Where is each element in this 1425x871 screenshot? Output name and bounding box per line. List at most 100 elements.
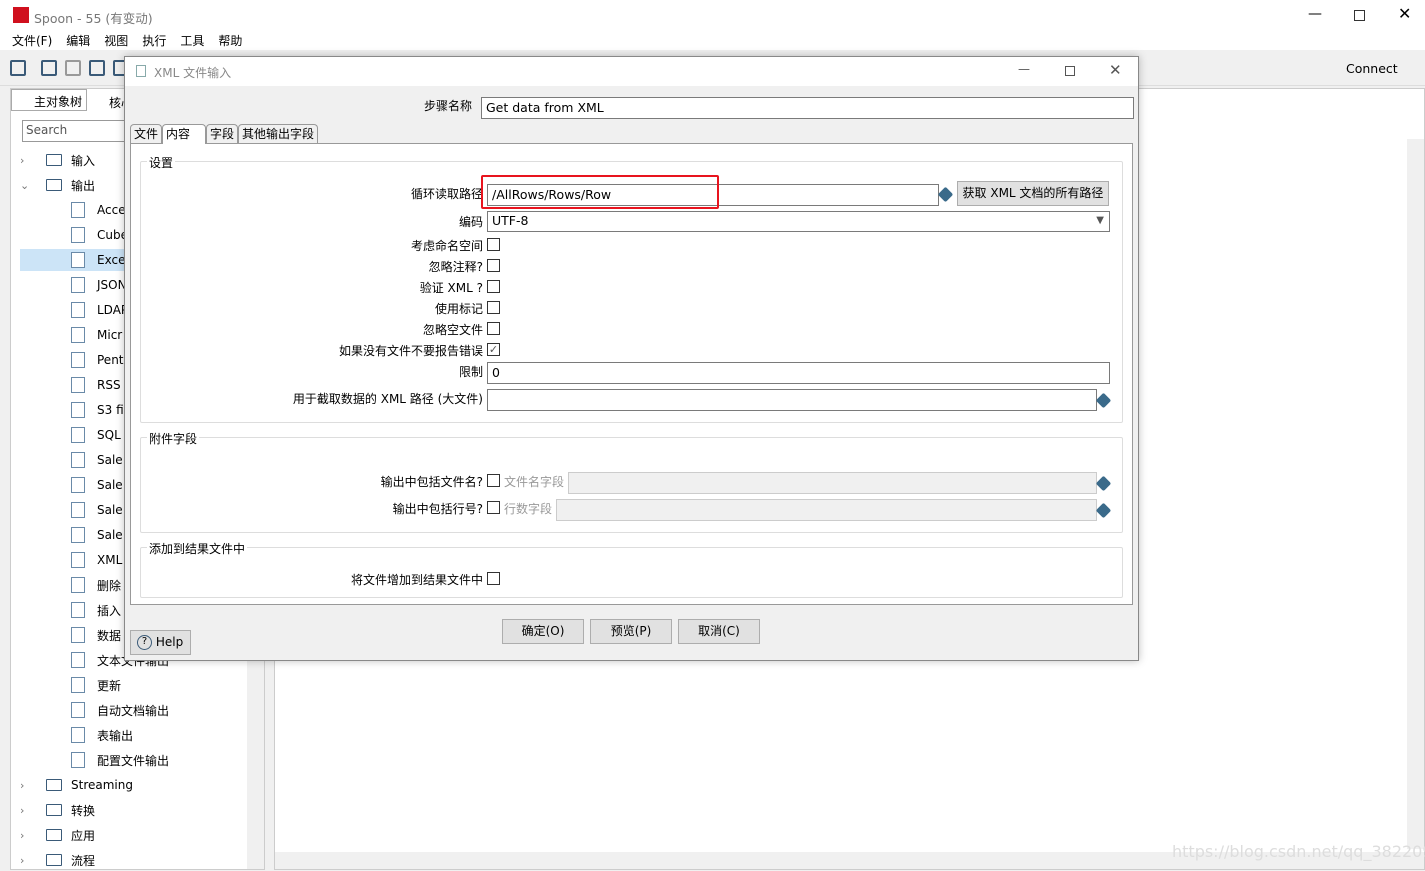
- option-checkbox[interactable]: [487, 301, 500, 314]
- tab-fields[interactable]: 字段: [206, 124, 239, 144]
- option-checkbox[interactable]: [487, 238, 500, 251]
- tree-item[interactable]: S3 fi: [20, 399, 124, 421]
- tab-label: 其他输出字段: [242, 127, 315, 141]
- rownum-field-input[interactable]: [556, 499, 1097, 521]
- chevron-down-icon[interactable]: ⌄: [20, 179, 46, 192]
- step-icon: [71, 702, 85, 718]
- tree-item[interactable]: Cube: [20, 224, 128, 246]
- tree-item[interactable]: 删除: [20, 574, 121, 596]
- add-to-result-checkbox[interactable]: [487, 572, 500, 585]
- tree-item[interactable]: JSON: [20, 274, 127, 296]
- step-name-input[interactable]: Get data from XML: [481, 97, 1134, 119]
- tree-item[interactable]: 数据: [20, 624, 121, 646]
- checkbox-label: 忽略空文件: [422, 323, 483, 337]
- tree-item[interactable]: Micr: [20, 324, 122, 346]
- checkbox-label: 如果没有文件不要报告错误: [338, 344, 483, 358]
- tree-label: S3 fi: [97, 403, 124, 417]
- step-icon: [71, 577, 85, 593]
- chevron-right-icon[interactable]: ›: [20, 854, 46, 867]
- tree-item[interactable]: Sale: [20, 474, 123, 496]
- limit-label: 限制: [458, 365, 483, 379]
- step-icon: [71, 752, 85, 768]
- group-title: 设置: [147, 154, 176, 171]
- tree-item[interactable]: Exce: [20, 249, 126, 271]
- cancel-button[interactable]: 取消(C): [678, 619, 760, 644]
- chevron-right-icon[interactable]: ›: [20, 154, 46, 167]
- tree-label: JSON: [97, 278, 127, 292]
- prune-path-input[interactable]: [487, 389, 1097, 411]
- close-button[interactable]: ✕: [1398, 4, 1411, 23]
- encoding-select[interactable]: UTF-8 ▼: [487, 211, 1110, 232]
- get-xml-paths-button[interactable]: 获取 XML 文档的所有路径: [957, 181, 1109, 206]
- preview-button[interactable]: 预览(P): [590, 619, 672, 644]
- step-icon: [71, 652, 85, 668]
- tree-item[interactable]: Sale: [20, 449, 123, 471]
- connect-button[interactable]: Connect: [1346, 61, 1398, 76]
- option-checkbox[interactable]: [487, 259, 500, 272]
- tree-item[interactable]: 插入: [20, 599, 121, 621]
- chevron-right-icon[interactable]: ›: [20, 804, 46, 817]
- tree-item[interactable]: SQL: [20, 424, 121, 446]
- tree-item[interactable]: LDAP: [20, 299, 128, 321]
- tree-label: SQL: [97, 428, 121, 442]
- dialog-close-button[interactable]: ✕: [1109, 61, 1122, 79]
- tree-item[interactable]: 自动文档输出: [20, 699, 169, 721]
- minimize-button[interactable]: —: [1308, 6, 1322, 22]
- tree-label: 更新: [97, 678, 122, 693]
- maximize-button[interactable]: [1354, 10, 1365, 21]
- tree-folder[interactable]: › Streaming: [20, 774, 133, 796]
- limit-input[interactable]: 0: [487, 362, 1110, 384]
- step-icon: [71, 252, 85, 268]
- filename-field-input[interactable]: [568, 472, 1097, 494]
- tree-item[interactable]: RSS: [20, 374, 121, 396]
- tree-item[interactable]: Acce: [20, 199, 126, 221]
- tree-folder[interactable]: › 应用: [20, 824, 95, 846]
- prune-path-label: 用于截取数据的 XML 路径 (大文件): [292, 392, 483, 406]
- tree-item[interactable]: Sale: [20, 524, 123, 546]
- ok-button[interactable]: 确定(O): [502, 619, 584, 644]
- tab-file[interactable]: 文件: [130, 124, 163, 144]
- tree-item[interactable]: XML: [20, 549, 122, 571]
- tree-folder[interactable]: › 流程: [20, 849, 95, 871]
- result-files-group: 添加到结果文件中: [140, 540, 1123, 598]
- tab-other-fields[interactable]: 其他输出字段: [238, 124, 319, 144]
- option-checkbox[interactable]: [487, 280, 500, 293]
- include-filename-checkbox[interactable]: [487, 474, 500, 487]
- checkbox-label: 验证 XML ?: [419, 281, 483, 295]
- rownum-field-label: 行数字段: [504, 502, 553, 516]
- step-icon: [71, 627, 85, 643]
- tree-label: 输入: [71, 153, 96, 168]
- tree-folder-output[interactable]: ⌄ 输出: [20, 174, 95, 196]
- step-icon: [71, 277, 85, 293]
- tree-label: 插入: [97, 603, 122, 618]
- tab-label: 内容: [166, 127, 191, 141]
- step-icon: [71, 477, 85, 493]
- step-icon: [71, 427, 85, 443]
- option-checkbox[interactable]: [487, 322, 500, 335]
- add-to-result-label: 将文件增加到结果文件中: [350, 573, 483, 587]
- step-icon: [71, 302, 85, 318]
- tree-label: RSS: [97, 378, 121, 392]
- tree-folder-input[interactable]: › 输入: [20, 149, 95, 171]
- tree-item[interactable]: 更新: [20, 674, 121, 696]
- folder-icon: [46, 779, 62, 791]
- dialog-minimize-button[interactable]: —: [1018, 62, 1030, 76]
- tab-content[interactable]: 内容: [162, 124, 206, 144]
- tree-item[interactable]: 配置文件输出: [20, 749, 169, 771]
- tree-label: 自动文档输出: [97, 703, 170, 718]
- dialog-title: XML 文件输入: [154, 66, 232, 80]
- highlight-box: [481, 175, 719, 209]
- option-checkbox[interactable]: ✓: [487, 343, 500, 356]
- help-button[interactable]: ? Help: [130, 630, 191, 655]
- tree-folder[interactable]: › 转换: [20, 799, 95, 821]
- include-rownum-checkbox[interactable]: [487, 501, 500, 514]
- tree-label: 删除: [97, 578, 122, 593]
- chevron-right-icon[interactable]: ›: [20, 829, 46, 842]
- tree-item[interactable]: Pent: [20, 349, 124, 371]
- chevron-right-icon[interactable]: ›: [20, 779, 46, 792]
- encoding-label: 编码: [458, 215, 483, 229]
- tree-item[interactable]: Sale: [20, 499, 123, 521]
- tree-item[interactable]: 表输出: [20, 724, 133, 746]
- dialog-maximize-button[interactable]: [1065, 66, 1075, 76]
- canvas-vscrollbar[interactable]: [1407, 139, 1424, 849]
